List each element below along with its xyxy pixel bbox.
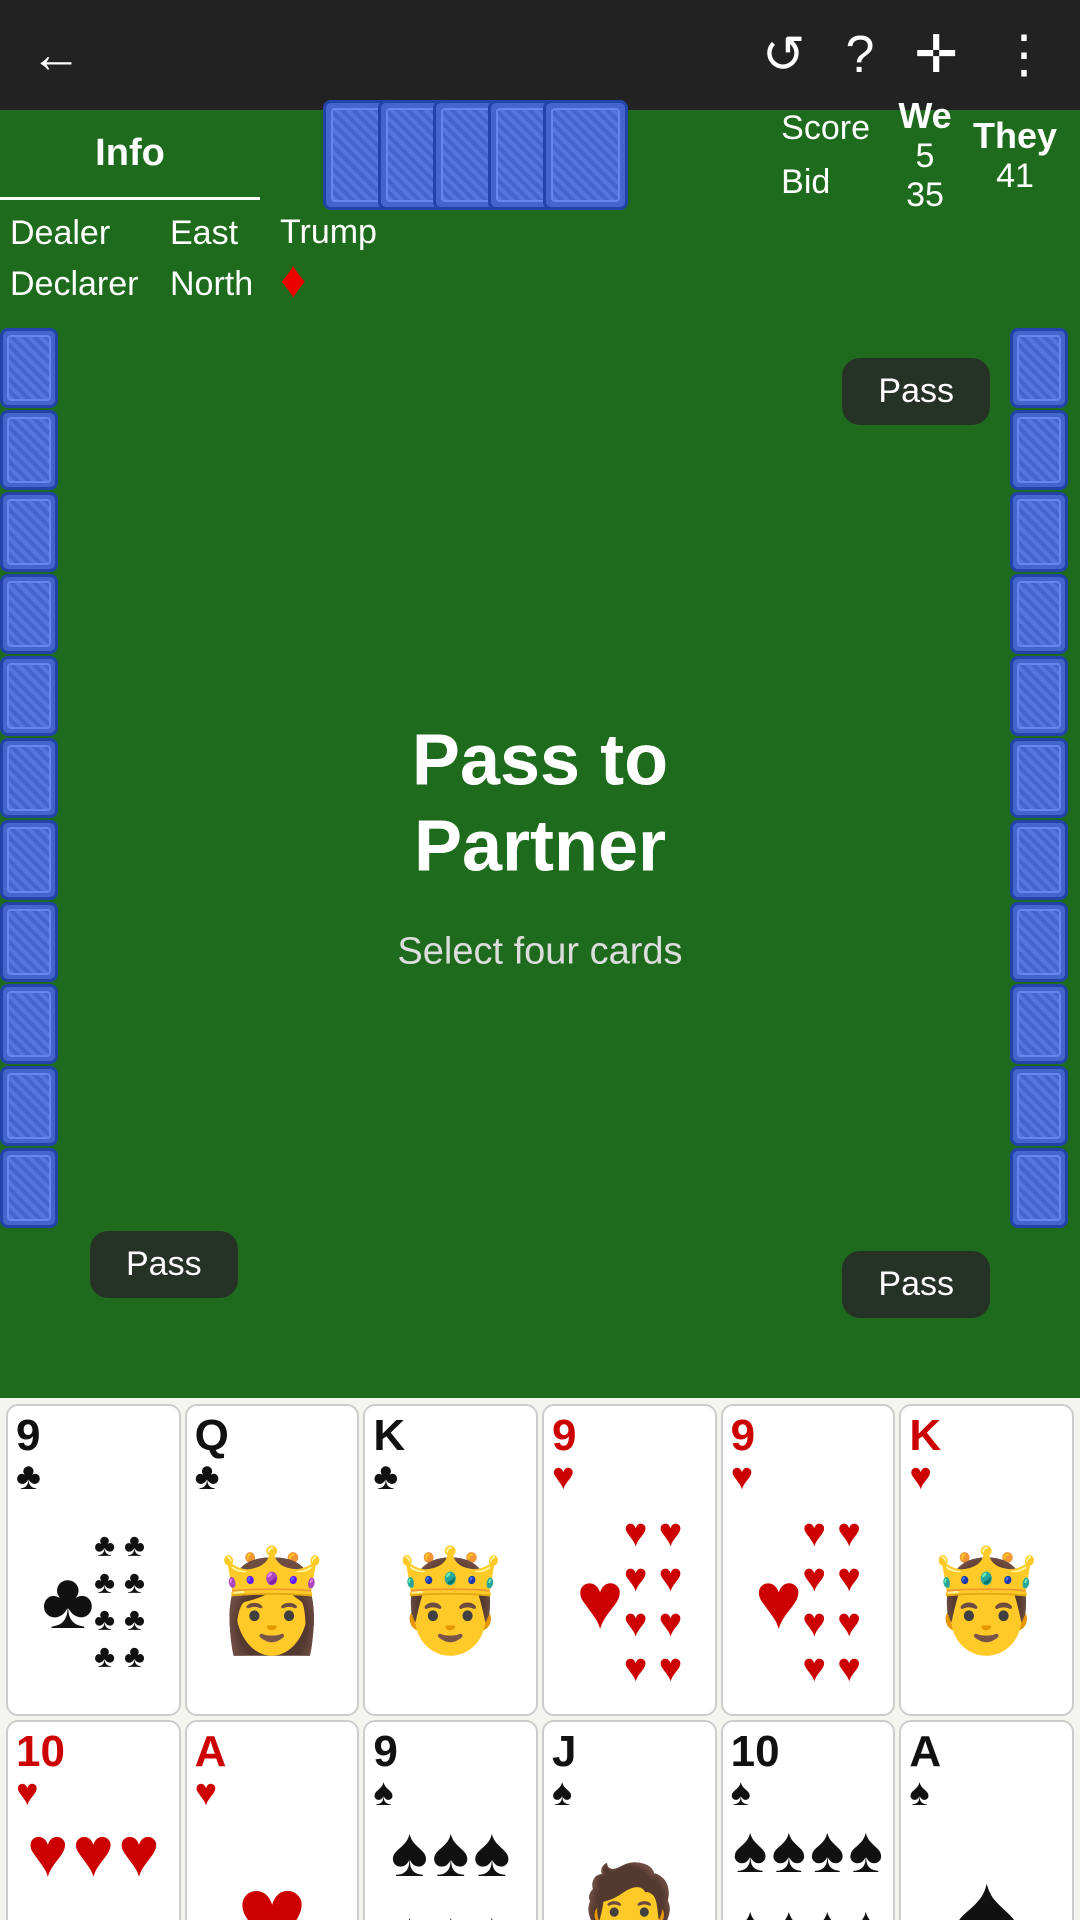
they-header: They <box>973 115 1057 157</box>
right-card-3 <box>1010 492 1068 572</box>
top-card-area <box>260 110 740 200</box>
center-message: Pass toPartner Select four cards <box>397 717 682 973</box>
dealer-value: East <box>170 208 238 259</box>
right-card-1 <box>1010 328 1068 408</box>
right-card-4 <box>1010 574 1068 654</box>
card-js[interactable]: J ♠ 🤵 <box>542 1720 717 1920</box>
card-9h-1[interactable]: 9 ♥ ♥♥ ♥♥ ♥♥ ♥♥ ♥ <box>542 1404 717 1716</box>
card-kh[interactable]: K ♥ 🤴 <box>899 1404 1074 1716</box>
add-button[interactable]: ✛ <box>914 25 958 85</box>
info-bar: Info Score Bid We 5 35 The <box>0 110 1080 200</box>
card-9h-2[interactable]: 9 ♥ ♥♥ ♥♥ ♥♥ ♥♥ ♥ <box>721 1404 896 1716</box>
pass-top-right-button[interactable]: Pass <box>842 358 990 425</box>
trump-label: Trump <box>280 213 377 252</box>
trump-diamond-icon: ♦ <box>280 254 307 306</box>
pass-bottom-left-button[interactable]: Pass <box>90 1231 238 1298</box>
we-bid: 35 <box>906 176 944 215</box>
info-label-container: Info <box>0 110 260 200</box>
back-button[interactable]: ← <box>30 25 82 85</box>
dealer-row: Dealer East Declarer North Trump ♦ 35 <box>0 200 1080 318</box>
left-card-4 <box>0 574 58 654</box>
info-label: Info <box>95 132 165 175</box>
bid-row-label: Bid <box>781 155 830 209</box>
declarer-value: North <box>170 259 253 310</box>
dealer-info: Dealer East Declarer North <box>10 208 270 310</box>
they-score: 41 <box>996 157 1034 196</box>
we-header: We <box>898 95 951 137</box>
card-9c[interactable]: 9 ♣ ♣♣ ♣♣ ♣♣ ♣♣ ♣ <box>6 1404 181 1716</box>
dealer-line: Dealer East <box>10 208 270 259</box>
left-card-11 <box>0 1148 58 1228</box>
left-card-2 <box>0 410 58 490</box>
left-card-6 <box>0 738 58 818</box>
left-card-stack <box>0 318 70 1398</box>
card-as[interactable]: A ♠ ♠ <box>899 1720 1074 1920</box>
left-card-1 <box>0 328 58 408</box>
right-card-stack <box>1010 318 1080 1398</box>
right-card-9 <box>1010 984 1068 1064</box>
score-labels: Score Bid <box>781 101 870 210</box>
card-ah[interactable]: A ♥ ♥ <box>185 1720 360 1920</box>
pass-bottom-right-button[interactable]: Pass <box>842 1251 990 1318</box>
right-card-11 <box>1010 1148 1068 1228</box>
left-card-10 <box>0 1066 58 1146</box>
game-table: Pass Pass Pass Pass toPartner Select fou… <box>0 318 1080 1398</box>
dealer-label: Dealer <box>10 208 170 259</box>
score-row-label: Score <box>781 101 870 155</box>
card-qc[interactable]: Q ♣ 👸 <box>185 1404 360 1716</box>
help-button[interactable]: ? <box>846 25 875 85</box>
select-cards-text: Select four cards <box>397 930 682 973</box>
card-9s[interactable]: 9 ♠ ♠♠♠♠♠♠♠♠♠ <box>363 1720 538 1920</box>
left-card-8 <box>0 902 58 982</box>
right-card-7 <box>1010 820 1068 900</box>
menu-button[interactable]: ⋮ <box>998 25 1050 85</box>
card-10s[interactable]: 10 ♠ ♠♠♠♠♠♠♠♠♠♠ <box>721 1720 896 1920</box>
card-10h[interactable]: 10 ♥ ♥♥♥♥♥♥♥♥♥♥ <box>6 1720 181 1920</box>
right-card-2 <box>1010 410 1068 490</box>
score-we-col: We 5 35 <box>880 95 970 215</box>
right-card-6 <box>1010 738 1068 818</box>
declarer-line: Declarer North <box>10 259 270 310</box>
left-card-7 <box>0 820 58 900</box>
score-they-col: They 41 <box>970 115 1060 196</box>
we-score: 5 <box>916 137 935 176</box>
trump-area: Trump ♦ <box>270 213 377 306</box>
pass-to-partner-text: Pass toPartner <box>397 717 682 890</box>
right-card-10 <box>1010 1066 1068 1146</box>
top-bar: ← ↺ ? ✛ ⋮ <box>0 0 1080 110</box>
right-card-5 <box>1010 656 1068 736</box>
left-card-5 <box>0 656 58 736</box>
right-card-8 <box>1010 902 1068 982</box>
left-card-3 <box>0 492 58 572</box>
card-kc[interactable]: K ♣ 🤴 <box>363 1404 538 1716</box>
top-card-5 <box>543 100 628 210</box>
undo-button[interactable]: ↺ <box>762 25 806 85</box>
hand-area: 9 ♣ ♣♣ ♣♣ ♣♣ ♣♣ ♣ Q ♣ 👸 K ♣ 🤴 9 ♥ ♥♥ ♥♥ … <box>0 1398 1080 1920</box>
left-card-9 <box>0 984 58 1064</box>
score-area: Score Bid We 5 35 They 41 <box>740 110 1080 200</box>
declarer-label: Declarer <box>10 259 170 310</box>
